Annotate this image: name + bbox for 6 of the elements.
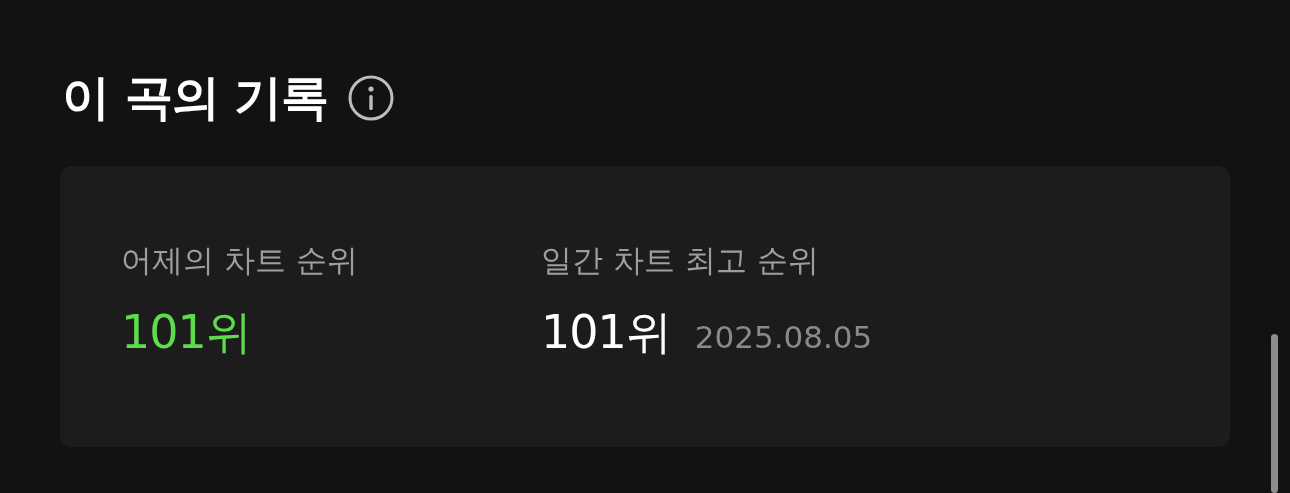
rank-value: 101위 <box>121 304 251 361</box>
date-text: 2025.08.05 <box>694 319 873 355</box>
rank-value: 101위 <box>541 304 671 361</box>
stat-label: 어제의 차트 순위 <box>121 241 358 280</box>
stat-label: 일간 차트 최고 순위 <box>541 241 819 280</box>
section-title: 이 곡의 기록 <box>62 68 329 127</box>
